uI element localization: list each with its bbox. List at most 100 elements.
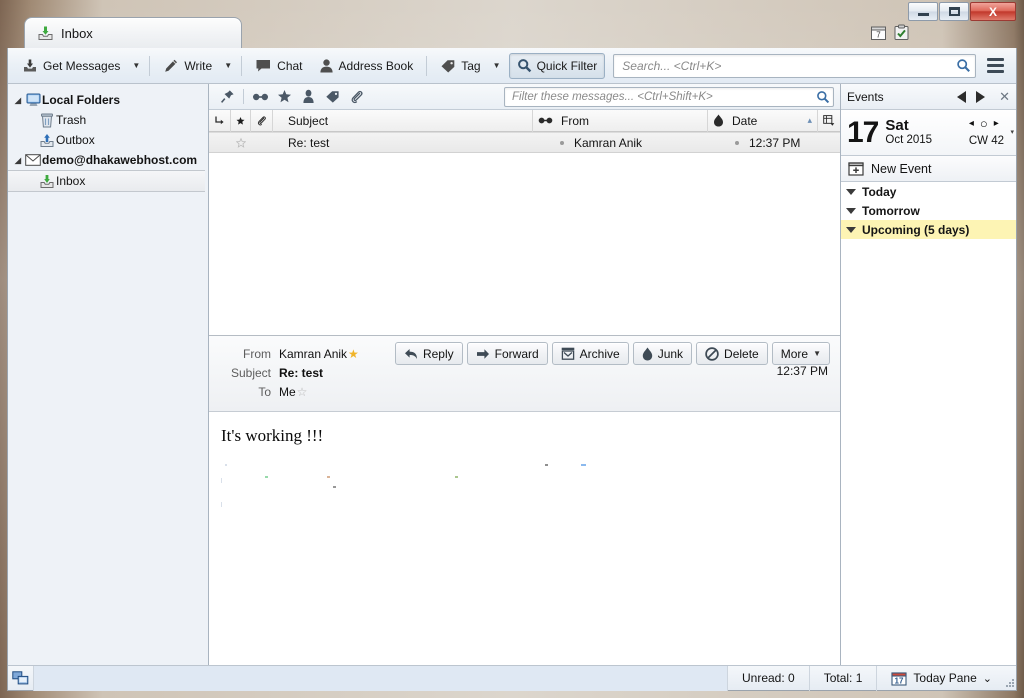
from-label: From xyxy=(243,346,271,361)
nav-next-icon[interactable]: ▸ xyxy=(994,118,999,129)
column-from[interactable]: From xyxy=(533,109,708,132)
junk-icon xyxy=(642,347,653,361)
chevron-down-icon[interactable]: ⌄ xyxy=(983,672,992,685)
to-label: To xyxy=(258,384,271,399)
column-thread[interactable] xyxy=(209,109,231,132)
tag-dropdown[interactable]: ▼ xyxy=(489,53,505,79)
column-picker-icon[interactable] xyxy=(818,110,840,132)
column-star[interactable] xyxy=(231,109,251,132)
attachment-icon[interactable] xyxy=(344,86,368,108)
folder-trash[interactable]: Trash xyxy=(8,110,208,130)
day-of-week: Sat xyxy=(885,117,909,135)
row-subject[interactable]: Re: test xyxy=(273,132,555,153)
hamburger-menu-icon[interactable] xyxy=(982,53,1008,79)
column-attachment[interactable] xyxy=(251,109,273,132)
twisty-icon[interactable] xyxy=(846,227,856,233)
qf-separator xyxy=(243,89,244,104)
quick-filter-button[interactable]: Quick Filter xyxy=(508,52,606,79)
filter-placeholder: Filter these messages... <Ctrl+Shift+K> xyxy=(512,90,713,103)
resize-grip[interactable] xyxy=(1002,666,1016,691)
address-book-button[interactable]: Address Book xyxy=(311,53,422,79)
from-star-icon[interactable]: ★ xyxy=(348,347,359,361)
folder-pane: ◢ Local Folders Trash Outbox ◢ demo@dhak… xyxy=(8,84,209,665)
forward-button[interactable]: Forward xyxy=(466,342,548,365)
folder-account-demo[interactable]: ◢ demo@dhakawebhost.com xyxy=(8,150,208,170)
message-body[interactable]: It's working !!! xyxy=(209,412,840,665)
sort-ascending-icon[interactable]: ▴ xyxy=(807,115,812,126)
toolbar-separator-3 xyxy=(426,55,428,76)
junk-column-icon xyxy=(713,114,724,127)
to-star-icon[interactable]: ☆ xyxy=(297,385,308,399)
section-upcoming[interactable]: Upcoming (5 days) xyxy=(841,220,1016,239)
unread-icon[interactable] xyxy=(248,86,272,108)
section-tomorrow[interactable]: Tomorrow xyxy=(841,201,1016,220)
message-list[interactable]: Re: test Kamran Anik 12:37 PM xyxy=(209,132,840,335)
twisty-icon[interactable] xyxy=(846,208,856,214)
next-icon[interactable] xyxy=(976,90,986,103)
get-messages-button[interactable]: Get Messages xyxy=(14,53,128,79)
starred-icon[interactable] xyxy=(272,86,296,108)
folder-label: Trash xyxy=(56,113,87,127)
section-label: Today xyxy=(862,184,897,199)
render-artifact xyxy=(581,464,586,466)
contact-icon[interactable] xyxy=(296,86,320,108)
delete-button[interactable]: Delete xyxy=(696,342,768,365)
row-star-toggle[interactable] xyxy=(231,132,251,153)
new-event-label: New Event xyxy=(871,161,932,176)
prev-icon[interactable] xyxy=(957,90,967,103)
nav-prev-icon[interactable]: ◂ xyxy=(969,118,974,129)
tag-icon[interactable] xyxy=(320,86,344,108)
table-row[interactable]: Re: test Kamran Anik 12:37 PM xyxy=(209,132,840,153)
search-placeholder: Search... <Ctrl+K> xyxy=(622,58,722,73)
message-reader-pane: From Kamran Anik ★ Subject Re: test To M… xyxy=(209,335,840,665)
today-pane-label: Today Pane xyxy=(913,671,977,685)
column-date[interactable]: Date ▴ xyxy=(708,109,818,132)
from-value[interactable]: Kamran Anik xyxy=(279,347,347,361)
pin-icon[interactable] xyxy=(215,86,239,108)
search-input[interactable]: Search... <Ctrl+K> xyxy=(613,53,976,78)
message-header: From Kamran Anik ★ Subject Re: test To M… xyxy=(209,336,840,412)
row-from[interactable]: Kamran Anik xyxy=(555,132,730,153)
tag-label: Tag xyxy=(461,58,481,73)
filter-messages-input[interactable]: Filter these messages... <Ctrl+Shift+K> xyxy=(504,86,834,107)
folder-local-folders[interactable]: ◢ Local Folders xyxy=(8,90,208,110)
more-button[interactable]: More ▼ xyxy=(771,342,830,365)
month-year: Oct 2015 xyxy=(885,133,933,146)
tab-inbox[interactable]: Inbox xyxy=(24,17,242,49)
chat-button[interactable]: Chat xyxy=(247,53,310,79)
network-status-icon[interactable] xyxy=(8,665,34,691)
twisty-icon[interactable] xyxy=(846,189,856,195)
to-value[interactable]: Me xyxy=(279,385,296,399)
section-today[interactable]: Today xyxy=(841,182,1016,201)
folder-inbox[interactable]: Inbox xyxy=(8,170,205,192)
junk-button[interactable]: Junk xyxy=(632,342,693,365)
close-icon[interactable]: ✕ xyxy=(999,89,1010,105)
reply-button[interactable]: Reply xyxy=(394,342,463,365)
date-nav-row: ◂ ○ ▸ xyxy=(969,116,1004,131)
archive-button[interactable]: Archive xyxy=(551,342,629,365)
today-pane-header: Events ✕ xyxy=(841,84,1016,110)
column-subject[interactable]: Subject xyxy=(273,109,533,132)
message-actions: Reply Forward Archive Junk Delete More ▼ xyxy=(394,342,830,365)
row-date[interactable]: 12:37 PM xyxy=(730,132,840,153)
search-icon-right[interactable] xyxy=(956,58,971,73)
search-icon[interactable] xyxy=(816,90,830,104)
svg-text:17: 17 xyxy=(895,676,904,685)
new-event-button[interactable]: New Event xyxy=(841,156,1016,182)
write-dropdown[interactable]: ▼ xyxy=(220,53,236,79)
write-button[interactable]: Write xyxy=(155,53,220,79)
header-to-line: To Me ☆ xyxy=(219,382,830,401)
folder-outbox[interactable]: Outbox xyxy=(8,130,208,150)
nav-today-icon[interactable]: ○ xyxy=(980,116,988,131)
forward-label: Forward xyxy=(494,346,539,361)
chevron-down-icon[interactable]: ▾ xyxy=(1010,128,1014,136)
tag-button[interactable]: Tag xyxy=(432,53,488,79)
status-bar: Unread: 0 Total: 1 17 Today Pane ⌄ xyxy=(8,665,1016,691)
get-messages-dropdown[interactable]: ▼ xyxy=(128,53,144,79)
twisty-icon[interactable]: ◢ xyxy=(12,156,24,165)
message-list-header: Subject From Date ▴ xyxy=(209,109,840,132)
twisty-icon[interactable]: ◢ xyxy=(12,96,24,105)
today-pane-toggle[interactable]: 17 Today Pane ⌄ xyxy=(877,666,1002,691)
client-area: Get Messages ▼ Write ▼ Chat Address Book… xyxy=(7,48,1017,691)
render-artifact xyxy=(545,464,548,466)
